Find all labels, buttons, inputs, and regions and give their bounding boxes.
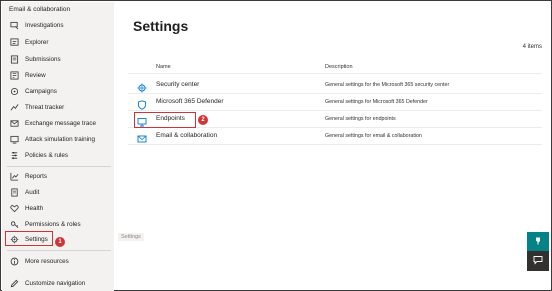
nav-section-header: Email & collaboration — [9, 6, 71, 13]
help-assistant-button[interactable] — [527, 232, 549, 252]
email-collaboration-icon — [137, 131, 147, 143]
step-badge-2: 2 — [198, 115, 208, 125]
pencil-icon — [8, 278, 20, 290]
attack-simulation-icon — [8, 134, 20, 146]
gear-icon — [137, 80, 147, 93]
nav-divider — [7, 250, 111, 251]
column-header-description[interactable]: Description — [325, 64, 353, 70]
health-icon — [8, 203, 20, 215]
nav-item-investigations[interactable]: Investigations — [2, 18, 114, 33]
table-row[interactable]: Email & collaboration General settings f… — [128, 127, 542, 145]
row-name[interactable]: Email & collaboration — [156, 132, 217, 139]
column-header-name[interactable]: Name — [156, 64, 171, 70]
step-badge-1: 1 — [55, 237, 65, 247]
item-count: 4 items — [522, 44, 542, 50]
nav-item-explorer[interactable]: Explorer — [2, 35, 114, 50]
investigations-icon — [8, 20, 20, 32]
nav-item-campaigns[interactable]: Campaigns — [2, 84, 114, 99]
navigation-sidebar: Email & collaboration Investigations Exp… — [2, 2, 114, 291]
permissions-icon — [8, 219, 20, 231]
row-description: General settings for email & collaborati… — [325, 133, 422, 139]
nav-item-health[interactable]: Health — [2, 201, 114, 216]
campaigns-icon — [8, 86, 20, 98]
row-description: General settings for Microsoft 365 Defen… — [325, 99, 428, 105]
nav-item-audit[interactable]: Audit — [2, 185, 114, 200]
feedback-button[interactable] — [527, 251, 549, 271]
nav-item-attack-simulation-training[interactable]: Attack simulation training — [2, 132, 114, 147]
nav-item-permissions-roles[interactable]: Permissions & roles — [2, 217, 114, 232]
row-name[interactable]: Microsoft 365 Defender — [156, 98, 224, 105]
row-description: General settings for endpoints — [325, 116, 396, 122]
table-row[interactable]: Security center General settings for the… — [128, 76, 542, 94]
more-resources-icon — [8, 256, 20, 268]
chat-icon — [533, 252, 543, 270]
nav-item-customize-navigation[interactable]: Customize navigation — [2, 276, 114, 291]
audit-icon — [8, 187, 20, 199]
review-icon — [8, 70, 20, 82]
shield-icon — [137, 97, 147, 110]
main-content: Settings 4 items Name Description Securi… — [114, 2, 552, 291]
help-icon — [533, 233, 543, 251]
table-row[interactable]: Microsoft 365 Defender General settings … — [128, 93, 542, 111]
row-description: General settings for the Microsoft 365 s… — [325, 82, 450, 88]
submissions-icon — [8, 54, 20, 66]
nav-item-review[interactable]: Review — [2, 68, 114, 83]
page-title: Settings — [133, 18, 189, 34]
nav-item-submissions[interactable]: Submissions — [2, 52, 114, 67]
message-trace-icon — [8, 118, 20, 130]
threat-tracker-icon — [8, 102, 20, 114]
nav-item-policies-rules[interactable]: Policies & rules — [2, 148, 114, 163]
endpoints-highlight-box — [134, 112, 196, 128]
nav-divider — [7, 166, 111, 167]
nav-item-threat-tracker[interactable]: Threat tracker — [2, 100, 114, 115]
policies-icon — [8, 150, 20, 162]
explorer-icon — [8, 37, 20, 49]
nav-item-reports[interactable]: Reports — [2, 169, 114, 184]
table-header: Name Description — [128, 61, 542, 74]
row-name[interactable]: Security center — [156, 81, 199, 88]
reports-icon — [8, 171, 20, 183]
settings-highlight-box — [5, 231, 53, 246]
nav-item-exchange-message-trace[interactable]: Exchange message trace — [2, 116, 114, 131]
nav-item-more-resources[interactable]: More resources — [2, 254, 114, 269]
